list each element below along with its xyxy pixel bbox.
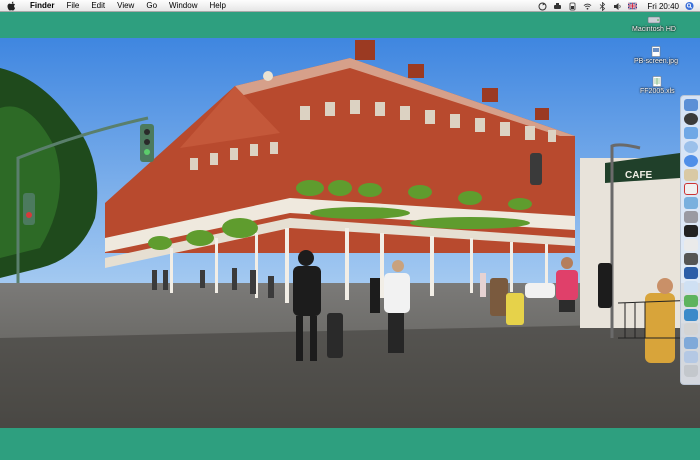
menu-go[interactable]: Go bbox=[146, 1, 157, 10]
spreadsheet-file-icon bbox=[650, 76, 664, 87]
menu-finder[interactable]: Finder bbox=[30, 1, 54, 10]
iphoto-icon[interactable] bbox=[683, 197, 698, 209]
app-icon[interactable] bbox=[683, 309, 698, 321]
itunes-icon[interactable] bbox=[683, 141, 698, 153]
menu-help[interactable]: Help bbox=[209, 1, 225, 10]
menu-clock[interactable]: Fri 20:40 bbox=[647, 2, 679, 11]
preferences-icon[interactable] bbox=[683, 211, 698, 223]
menu-window[interactable]: Window bbox=[169, 1, 197, 10]
dock bbox=[680, 95, 700, 385]
battery-icon[interactable] bbox=[568, 2, 577, 11]
desktop-icon-label: Macintosh HD bbox=[632, 26, 676, 33]
documents-icon[interactable] bbox=[683, 351, 698, 363]
menu-edit[interactable]: Edit bbox=[91, 1, 105, 10]
spotlight-icon[interactable] bbox=[685, 1, 694, 11]
cafe-sign: CAFE bbox=[625, 170, 653, 181]
desktop-icon-spreadsheet-file[interactable]: FF2005.xls bbox=[640, 76, 675, 95]
address-book-icon[interactable] bbox=[683, 169, 698, 181]
hard-drive-icon bbox=[647, 14, 661, 25]
street-photo: CAFE bbox=[0, 38, 700, 428]
speaker-icon[interactable] bbox=[613, 2, 622, 11]
sync-icon[interactable] bbox=[538, 2, 547, 11]
finder-icon[interactable] bbox=[683, 99, 698, 111]
apple-icon[interactable] bbox=[6, 1, 16, 11]
desktop-wallpaper: CAFE bbox=[0, 38, 700, 428]
app-icon[interactable] bbox=[683, 323, 698, 335]
calculator-icon[interactable] bbox=[683, 253, 698, 265]
desktop-icon-label: PB-screen.jpg bbox=[634, 58, 678, 65]
image-file-icon bbox=[649, 46, 663, 57]
dictionary-icon[interactable] bbox=[683, 267, 698, 279]
bluetooth-icon[interactable] bbox=[598, 1, 607, 11]
flag-uk-icon[interactable] bbox=[628, 2, 638, 11]
preview-icon[interactable] bbox=[683, 281, 698, 293]
safari-icon[interactable] bbox=[683, 113, 698, 125]
desktop-icon-image-file[interactable]: PB-screen.jpg bbox=[634, 46, 678, 65]
menu-view[interactable]: View bbox=[117, 1, 134, 10]
desktop-icon-label: FF2005.xls bbox=[640, 88, 675, 95]
menu-bar: Finder File Edit View Go Window Help Fri… bbox=[0, 0, 700, 12]
ichat-icon[interactable] bbox=[683, 155, 698, 167]
mail-icon[interactable] bbox=[683, 127, 698, 139]
volume-icon[interactable] bbox=[553, 2, 562, 11]
desktop-icon-hard-drive[interactable]: Macintosh HD bbox=[632, 14, 676, 33]
folder-icon[interactable] bbox=[683, 337, 698, 349]
wifi-icon[interactable] bbox=[583, 2, 592, 11]
ical-icon[interactable] bbox=[683, 183, 698, 195]
app-icon[interactable] bbox=[683, 295, 698, 307]
trash-icon[interactable] bbox=[683, 365, 698, 377]
terminal-icon[interactable] bbox=[683, 225, 698, 237]
textedit-icon[interactable] bbox=[683, 239, 698, 251]
menu-file[interactable]: File bbox=[66, 1, 79, 10]
